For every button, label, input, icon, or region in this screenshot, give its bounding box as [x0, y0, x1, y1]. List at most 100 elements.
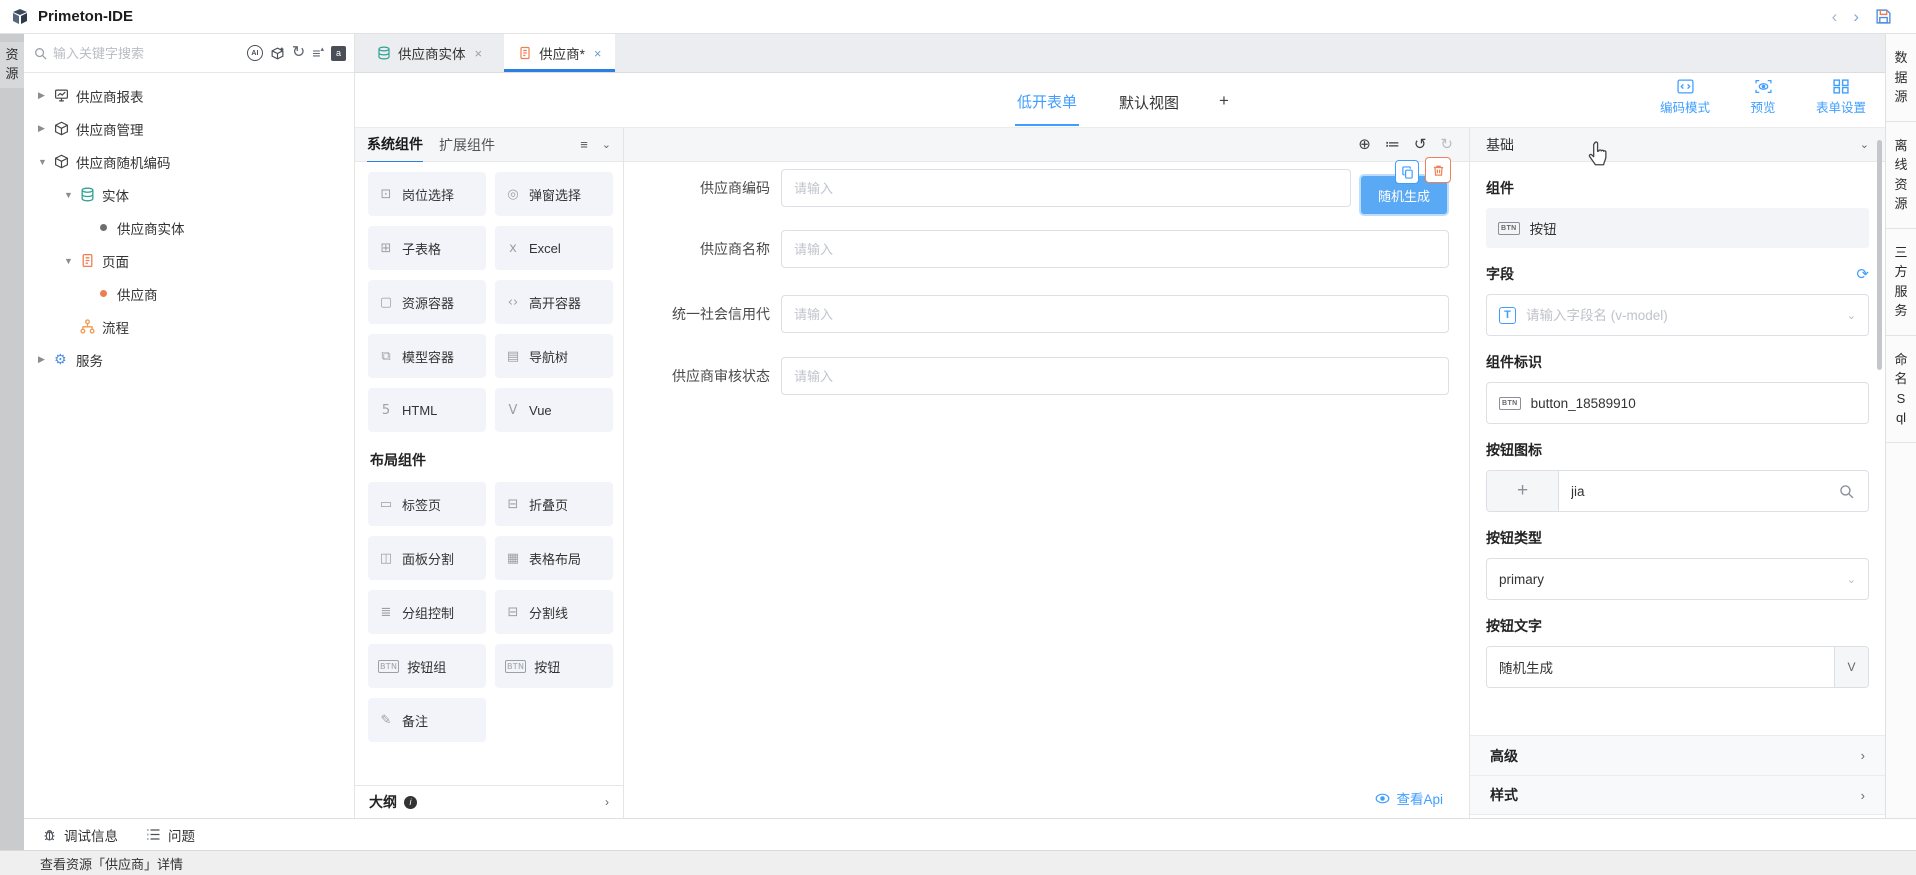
- field-select[interactable]: T ⌄: [1486, 294, 1869, 336]
- tree-item-pages[interactable]: ▼ 页面: [24, 244, 354, 277]
- chevron-down-icon[interactable]: ⌄: [602, 138, 611, 151]
- collapse-arrow-icon[interactable]: ▼: [38, 157, 54, 167]
- tree-item-supplier-mgmt[interactable]: ▶ 供应商管理: [24, 112, 354, 145]
- rail-tab-datasource[interactable]: 数据源: [1886, 34, 1916, 122]
- copy-icon[interactable]: [1395, 160, 1419, 184]
- close-icon[interactable]: ×: [475, 46, 483, 61]
- nav-forward-icon[interactable]: ›: [1853, 8, 1859, 25]
- translate-icon[interactable]: a: [331, 46, 346, 61]
- component-subtable[interactable]: ⊞子表格: [368, 226, 486, 270]
- action-label: 编码模式: [1660, 97, 1710, 116]
- component-html[interactable]: 5HTML: [368, 388, 486, 432]
- supplier-name-input[interactable]: [781, 230, 1449, 268]
- chevron-down-icon[interactable]: ⌄: [1860, 138, 1869, 151]
- tree-item-supplier-page[interactable]: 供应商: [24, 277, 354, 310]
- rail-tab-named-sql[interactable]: 命名Sql: [1886, 336, 1916, 443]
- outline-footer[interactable]: 大纲 i ›: [355, 785, 624, 818]
- icon-preview-plus[interactable]: +: [1487, 471, 1559, 511]
- component-resource-container[interactable]: ▢资源容器: [368, 280, 486, 324]
- page-icon: [518, 46, 532, 60]
- properties-scrollbar[interactable]: [1877, 140, 1882, 370]
- problems-tab[interactable]: 问题: [146, 825, 195, 845]
- rail-tab-offline-resources[interactable]: 离线资源: [1886, 122, 1916, 229]
- component-dialog-select[interactable]: ◎弹窗选择: [495, 172, 613, 216]
- component-remark[interactable]: ✎备注: [368, 698, 486, 742]
- save-icon[interactable]: [1875, 8, 1892, 25]
- redo-icon[interactable]: ↻: [1440, 137, 1453, 152]
- view-tab-default-view[interactable]: 默认视图: [1117, 77, 1181, 125]
- view-api-link[interactable]: 查看Api: [1375, 788, 1443, 808]
- properties-panel-header[interactable]: 基础 ⌄: [1469, 128, 1885, 162]
- rail-tab-thirdparty-services[interactable]: 三方服务: [1886, 229, 1916, 336]
- expand-arrow-icon[interactable]: ▶: [38, 354, 54, 365]
- style-section-row[interactable]: 样式 ›: [1470, 775, 1885, 815]
- supplier-code-input[interactable]: [781, 169, 1351, 207]
- ai-search-icon[interactable]: AI: [247, 45, 263, 61]
- component-nav-tree[interactable]: ▤导航树: [495, 334, 613, 378]
- outline-tree-icon[interactable]: ≔: [1385, 137, 1400, 152]
- undo-icon[interactable]: ↺: [1414, 137, 1427, 152]
- field-refresh-icon[interactable]: ⟳: [1856, 265, 1869, 283]
- chevron-right-icon[interactable]: ›: [605, 795, 609, 809]
- chevron-down-icon[interactable]: ⌄: [1847, 573, 1856, 586]
- expand-arrow-icon[interactable]: ▶: [38, 123, 54, 134]
- tree-item-supplier-entity[interactable]: 供应商实体: [24, 211, 354, 244]
- component-tab-page[interactable]: ▭标签页: [368, 482, 486, 526]
- button-type-input[interactable]: [1499, 572, 1837, 587]
- tab-supplier-entity[interactable]: 供应商实体 ×: [363, 34, 496, 72]
- refresh-icon[interactable]: ↻: [292, 45, 305, 61]
- new-resource-icon[interactable]: [270, 46, 285, 61]
- component-button[interactable]: BTN按钮: [495, 644, 613, 688]
- tab-system-components[interactable]: 系统组件: [367, 127, 423, 163]
- advanced-section-row[interactable]: 高级 ›: [1470, 735, 1885, 775]
- tree-item-services[interactable]: ▶ ⚙ 服务: [24, 343, 354, 376]
- code-mode-button[interactable]: 编码模式: [1659, 79, 1711, 116]
- component-panel-split[interactable]: ◫面板分割: [368, 536, 486, 580]
- view-tab-lowcode-form[interactable]: 低开表单: [1015, 76, 1079, 126]
- component-group-control[interactable]: ≣分组控制: [368, 590, 486, 634]
- component-id-input[interactable]: [1531, 396, 1856, 411]
- form-settings-button[interactable]: 表单设置: [1815, 79, 1867, 116]
- tree-item-supplier-report[interactable]: ▶ 供应商报表: [24, 79, 354, 112]
- search-input[interactable]: [53, 46, 240, 61]
- component-procode-container[interactable]: ‹›高开容器: [495, 280, 613, 324]
- variable-bind-button[interactable]: V: [1834, 647, 1868, 687]
- i18n-globe-icon[interactable]: ⊕: [1358, 137, 1371, 152]
- icon-search-button[interactable]: [1824, 471, 1868, 511]
- chevron-down-icon[interactable]: ⌄: [1847, 309, 1856, 322]
- component-model-container[interactable]: ⧉模型容器: [368, 334, 486, 378]
- selected-component-box[interactable]: BTN 按钮: [1486, 208, 1869, 248]
- expand-arrow-icon[interactable]: ▶: [38, 90, 54, 101]
- tab-extension-components[interactable]: 扩展组件: [439, 128, 495, 162]
- component-vue[interactable]: VVue: [495, 388, 613, 432]
- component-excel[interactable]: xExcel: [495, 226, 613, 270]
- tree-item-supplier-random-code[interactable]: ▼ 供应商随机编码: [24, 145, 354, 178]
- credit-code-input[interactable]: [781, 295, 1449, 333]
- tree-item-process[interactable]: 流程: [24, 310, 354, 343]
- collapse-arrow-icon[interactable]: ▼: [64, 190, 80, 200]
- add-view-button[interactable]: +: [1219, 91, 1229, 111]
- tree-item-label: 页面: [102, 251, 129, 271]
- component-post-select[interactable]: ⊡岗位选择: [368, 172, 486, 216]
- collapse-arrow-icon[interactable]: ▼: [64, 256, 80, 266]
- audit-status-input[interactable]: [781, 357, 1449, 395]
- component-collapse-page[interactable]: ⊟折叠页: [495, 482, 613, 526]
- button-type-select[interactable]: ⌄: [1486, 558, 1869, 600]
- tree-item-entities[interactable]: ▼ 实体: [24, 178, 354, 211]
- component-table-layout[interactable]: ▦表格布局: [495, 536, 613, 580]
- field-name-input[interactable]: [1526, 308, 1837, 323]
- debug-info-tab[interactable]: 调试信息: [42, 825, 118, 845]
- close-icon[interactable]: ×: [594, 46, 602, 61]
- panel-menu-icon[interactable]: ≡: [580, 137, 588, 152]
- icon-name-input[interactable]: [1559, 471, 1824, 511]
- component-button-group[interactable]: BTN按钮组: [368, 644, 486, 688]
- button-text-input[interactable]: [1487, 647, 1834, 687]
- preview-button[interactable]: 预览: [1737, 79, 1789, 116]
- rail-tab-resources[interactable]: 资源: [0, 42, 24, 88]
- tab-supplier-page[interactable]: 供应商* ×: [504, 34, 615, 72]
- component-divider[interactable]: ⊟分割线: [495, 590, 613, 634]
- delete-icon[interactable]: [1425, 157, 1451, 183]
- nav-back-icon[interactable]: ‹: [1832, 8, 1838, 25]
- component-label: 资源容器: [402, 293, 454, 312]
- sort-icon[interactable]: ≡▴: [312, 46, 324, 60]
